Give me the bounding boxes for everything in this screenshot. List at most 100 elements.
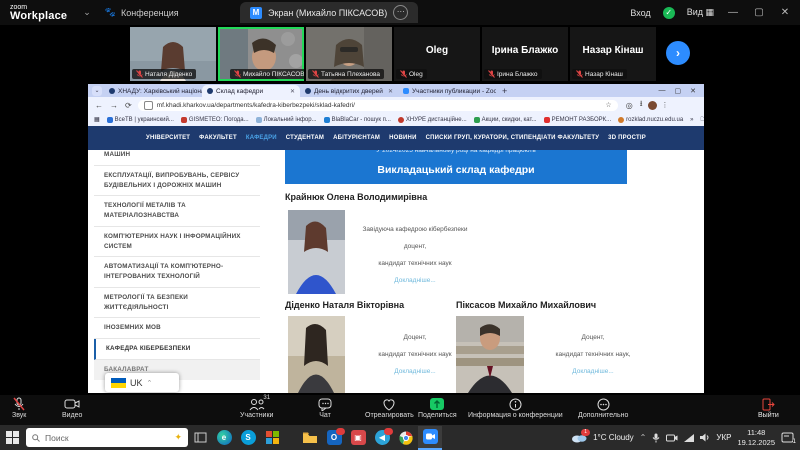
forward-button[interactable]: → (110, 101, 118, 110)
sidebar-item[interactable]: ЕКСПЛУАТАЦІЇ, ВИПРОБУВАНЬ, СЕРВІСУ БУДІВ… (94, 166, 260, 197)
site-info-icon[interactable] (144, 101, 153, 110)
more-button[interactable]: Дополнительно (578, 397, 628, 419)
sidebar-item[interactable]: ТЕХНОЛОГІЇ МЕТАЛІВ ТА МАТЕРІАЛОЗНАВСТВА (94, 196, 260, 227)
close-tab-icon[interactable]: ✕ (290, 88, 295, 95)
browser-tab[interactable]: День відкритих дверей✕ (300, 85, 398, 97)
leave-button[interactable]: Выйти (758, 397, 779, 419)
nav-item-abiturientam[interactable]: АБІТУРІЄНТАМ (333, 135, 380, 141)
weather-text[interactable]: 1°C Cloudy (593, 433, 634, 442)
bookmark-item[interactable]: ХНУРЕ дистанційне... (398, 117, 467, 123)
sidebar-item[interactable]: АВТОМАТИЗАЦІЇ ТА КОМП'ЮТЕРНО-ІНТЕГРОВАНИ… (94, 257, 260, 288)
browser-menu-icon[interactable]: ⋮ (662, 101, 669, 109)
tray-mic-icon[interactable] (652, 433, 660, 443)
tab-shared-screen[interactable]: M Экран (Михайло ПІКСАСОВ) ⋯ (240, 2, 418, 23)
browser-tab[interactable]: Участники публикации - Zoom✕ (398, 85, 496, 97)
nav-item-fakultet[interactable]: ФАКУЛЬТЕТ (199, 135, 237, 141)
bookmark-item[interactable]: GISMETEO: Погода... (181, 117, 249, 123)
sidebar-item[interactable]: КОМП'ЮТЕРНИХ НАУК І ІНФОРМАЦІЙНИХ СИСТЕМ (94, 227, 260, 258)
keyboard-language[interactable]: УКР (716, 433, 731, 442)
sidebar-item-cybersecurity-active[interactable]: КАФЕДРА КІБЕРБЕЗПЕКИ (94, 339, 260, 360)
clock[interactable]: 11:48 19.12.2025 (737, 428, 775, 448)
nav-item-spiski-grup[interactable]: СПИСКИ ГРУП, КУРАТОРИ, СТИПЕНДІАТИ ФАКУЛ… (426, 135, 600, 141)
tray-expand-chevron[interactable]: ⌃ (640, 433, 647, 442)
nav-item-kafedri-active[interactable]: КАФЕДРИ (246, 135, 277, 141)
profile-avatar[interactable] (648, 101, 657, 110)
video-button[interactable]: Видео (62, 397, 82, 419)
network-icon[interactable] (684, 434, 694, 442)
browser-close-button[interactable]: ✕ (690, 87, 696, 95)
more-link[interactable]: Докладніше... (394, 277, 436, 284)
store-icon[interactable] (260, 427, 284, 449)
chrome-icon[interactable] (394, 427, 418, 449)
chat-button[interactable]: Чат (318, 397, 332, 419)
sidebar-item[interactable]: МЕТРОЛОГІЇ ТА БЕЗПЕКИ ЖИТТЄДІЯЛЬНОСТІ (94, 288, 260, 319)
tray-camera-icon[interactable] (666, 434, 678, 442)
bookmark-item[interactable]: ВсеТВ | украинский... (107, 117, 174, 123)
extensions-icon[interactable]: ◎ (626, 101, 633, 110)
speaker-icon[interactable] (700, 433, 710, 442)
more-link[interactable]: Докладніше... (394, 368, 436, 375)
bookmark-item[interactable]: Локальний інфор... (256, 117, 317, 123)
search-input[interactable]: Поиск ✦ (26, 428, 188, 447)
all-bookmarks-folder[interactable]: 🗀 Все закладки (701, 115, 704, 125)
language-selector[interactable]: UK ⌃ (105, 373, 179, 392)
participants-button[interactable]: 31 Участники (240, 397, 273, 419)
share-button[interactable]: Поделиться (418, 397, 457, 419)
more-link[interactable]: Докладніше... (572, 368, 614, 375)
tab-search-icon[interactable]: ⌄ (92, 86, 102, 96)
minimize-button[interactable]: — (726, 7, 740, 18)
react-button[interactable]: Отреагировать (365, 397, 414, 419)
nav-item-3d-prostir[interactable]: 3D ПРОСТІР (608, 135, 646, 141)
nav-item-universitet[interactable]: УНІВЕРСИТЕТ (146, 135, 190, 141)
downloads-icon[interactable]: ⭳ (640, 98, 643, 112)
video-thumbnail[interactable]: Назар Кінаш Назар Кінаш (570, 27, 656, 81)
notification-center-icon[interactable]: 1 (781, 432, 794, 443)
video-thumbnail[interactable]: Ірина Блажко Ірина Блажко (482, 27, 568, 81)
bookmark-item[interactable]: BlaBlaCar - пошук п... (324, 117, 391, 123)
file-explorer-icon[interactable] (298, 427, 322, 449)
bookmark-item[interactable]: rozklad.nuczu.edu.ua (618, 117, 683, 123)
apps-grid-icon[interactable]: ▦ (94, 116, 100, 123)
video-thumbnail[interactable]: Oleg Oleg (394, 27, 480, 81)
weather-widget[interactable]: 1 (571, 432, 587, 443)
reload-button[interactable]: ⟳ (125, 101, 132, 110)
zoom-app-icon[interactable] (418, 426, 442, 450)
video-thumbnail[interactable]: Татьяна Плеханова (306, 27, 392, 81)
edge-icon[interactable]: e (212, 427, 236, 449)
back-button[interactable]: ← (95, 101, 103, 110)
security-shield-icon[interactable]: ✓ (663, 7, 675, 19)
browser-maximize-button[interactable]: ▢ (675, 87, 682, 95)
skype-icon[interactable]: S (236, 427, 260, 449)
close-button[interactable]: ✕ (778, 7, 792, 18)
outlook-icon[interactable]: O (322, 427, 346, 449)
browser-tab[interactable]: ХНАДУ: Харківський націонал...✕ (104, 85, 202, 97)
close-tab-icon[interactable]: ✕ (388, 88, 393, 95)
meeting-info-button[interactable]: Информация о конференции (468, 397, 563, 419)
bookmark-item[interactable]: РЕМОНТ РАЗБОРК... (544, 117, 612, 123)
nav-item-novini[interactable]: НОВИНИ (389, 135, 417, 141)
task-view-icon[interactable] (188, 427, 212, 449)
browser-minimize-button[interactable]: — (659, 87, 666, 95)
sidebar-item[interactable]: ІНОЗЕМНИХ МОВ (94, 318, 260, 339)
next-participants-button[interactable]: › (666, 41, 690, 65)
sidebar-item[interactable]: МАШИН (94, 150, 260, 166)
tab-meeting[interactable]: 🐾 Конференция (105, 7, 179, 18)
bookmark-star-icon[interactable]: ☆ (605, 101, 611, 109)
new-tab-button[interactable]: + (502, 86, 507, 96)
photos-app-icon[interactable]: ▣ (346, 427, 370, 449)
maximize-button[interactable]: ▢ (752, 7, 766, 18)
signin-button[interactable]: Вход (630, 8, 650, 18)
bookmark-item[interactable]: Акции, скидки, кат... (474, 117, 537, 123)
browser-tab-active[interactable]: Склад кафедри✕ (202, 85, 300, 97)
nav-item-studentam[interactable]: СТУДЕНТАМ (286, 135, 324, 141)
chevron-down-icon[interactable]: ⌄ (83, 7, 91, 18)
address-bar[interactable]: mf.khadi.kharkov.ua/departments/kafedra-… (138, 100, 618, 111)
start-button[interactable] (0, 427, 24, 449)
audio-button[interactable]: Звук (12, 397, 26, 419)
video-thumbnail-active-speaker[interactable]: Михайло ПІКСАСОВ (218, 27, 304, 81)
tab-options-icon[interactable]: ⋯ (393, 5, 408, 20)
telegram-icon[interactable]: ◀ (370, 427, 394, 449)
video-thumbnail[interactable]: Наталя Діденко (130, 27, 216, 81)
bookmarks-overflow-icon[interactable]: » (690, 117, 693, 123)
view-button[interactable]: Вид ▦ (687, 7, 714, 18)
